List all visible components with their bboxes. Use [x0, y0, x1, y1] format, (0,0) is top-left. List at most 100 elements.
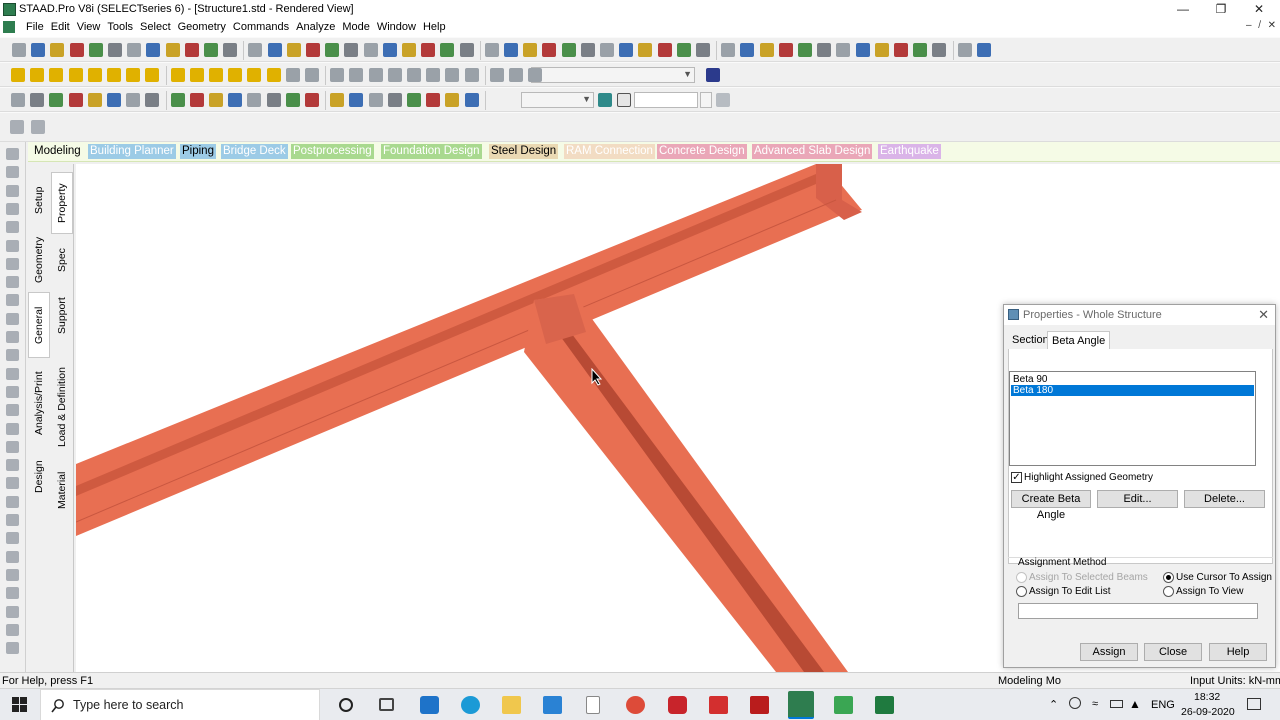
tb2-tool-icon[interactable]	[209, 68, 223, 82]
workflow-tab-earthquake[interactable]: Earthquake	[878, 144, 941, 159]
tb2-tool-icon[interactable]	[285, 68, 300, 82]
help-button[interactable]: Help	[1209, 643, 1267, 661]
edit-list-input[interactable]	[1018, 603, 1258, 619]
workflow-tab-modeling[interactable]: Modeling	[32, 144, 83, 159]
windows-start-icon[interactable]	[12, 697, 28, 713]
select-tool-icon[interactable]	[6, 276, 19, 289]
tab-material[interactable]: Material	[51, 460, 73, 520]
list-item-beta-90[interactable]: Beta 90	[1011, 374, 1254, 385]
ie-icon[interactable]	[420, 696, 439, 714]
tb3-tool-icon[interactable]	[330, 93, 345, 107]
tb1-tool-icon[interactable]	[146, 43, 161, 57]
select-tool-icon[interactable]	[6, 532, 19, 545]
select-tool-icon[interactable]	[6, 221, 19, 234]
select-tool-icon[interactable]	[6, 148, 19, 160]
tab-load-definition[interactable]: Load & Definition	[51, 360, 73, 454]
acrobat-icon[interactable]	[709, 696, 728, 714]
tab-setup[interactable]: Setup	[28, 172, 50, 228]
select-tool-icon[interactable]	[6, 623, 19, 636]
chevron-up-icon[interactable]: ⌃	[1049, 698, 1058, 711]
tb1-tool-icon[interactable]	[913, 43, 928, 57]
workflow-tab-foundation-design[interactable]: Foundation Design	[381, 144, 482, 159]
tb1-tool-icon[interactable]	[50, 43, 65, 57]
tb3-tool-icon[interactable]	[247, 93, 262, 107]
tb1-tool-icon[interactable]	[402, 43, 416, 57]
select-tool-icon[interactable]	[6, 495, 19, 508]
apply-icon[interactable]	[716, 93, 730, 107]
tb2-tool-icon[interactable]	[349, 68, 364, 82]
wifi-icon[interactable]: ≈	[1092, 698, 1098, 710]
tb3-tool-icon[interactable]	[145, 93, 160, 107]
select-tool-icon[interactable]	[6, 331, 19, 343]
tab-geometry[interactable]: Geometry	[28, 230, 50, 290]
tb1-tool-icon[interactable]	[542, 43, 557, 57]
workflow-tab-postprocessing[interactable]: Postprocessing	[291, 144, 374, 159]
tb1-tool-icon[interactable]	[344, 43, 359, 57]
tb1-tool-icon[interactable]	[657, 43, 672, 57]
tb1-tool-icon[interactable]	[88, 43, 103, 57]
tb1-tool-icon[interactable]	[874, 43, 889, 57]
notepad-icon[interactable]	[586, 696, 600, 714]
select-tool-icon[interactable]	[6, 568, 19, 581]
tab-analysis-print[interactable]: Analysis/Print	[28, 362, 50, 444]
tb3-tool-icon[interactable]	[407, 93, 421, 107]
tb3-tool-icon[interactable]	[305, 93, 319, 107]
tb1-tool-icon[interactable]	[440, 43, 455, 57]
tab-design[interactable]: Design	[28, 448, 50, 506]
tb3-tool-icon[interactable]	[464, 93, 479, 107]
select-tool-icon[interactable]	[6, 257, 19, 270]
notifications-icon[interactable]	[1247, 698, 1261, 710]
tb2-tool-icon[interactable]	[445, 68, 460, 82]
tab-beta-angle[interactable]: Beta Angle	[1047, 331, 1111, 349]
tb2-tool-icon[interactable]	[464, 68, 479, 82]
network-icon[interactable]	[1069, 697, 1081, 709]
mdi-close-button[interactable]: ✕	[1268, 20, 1276, 31]
value-spinner[interactable]	[700, 92, 712, 108]
tb2-tool-icon[interactable]	[330, 68, 345, 82]
workflow-tab-advanced-slab-design[interactable]: Advanced Slab Design	[752, 144, 873, 159]
tb3-tool-icon[interactable]	[87, 93, 102, 107]
player-icon[interactable]	[834, 696, 853, 714]
select-tool-icon[interactable]	[6, 550, 19, 563]
tb3-tool-icon[interactable]	[30, 93, 45, 107]
volume-icon[interactable]: ▲	[1129, 697, 1141, 711]
tb2-tool-icon[interactable]	[407, 68, 421, 82]
select-tool-icon[interactable]	[6, 514, 19, 526]
tb1-tool-icon[interactable]	[740, 43, 755, 57]
tb1-tool-icon[interactable]	[484, 43, 499, 57]
task-view-icon[interactable]	[379, 698, 394, 711]
tb2-tool-icon[interactable]	[87, 68, 102, 82]
select-tool-icon[interactable]	[6, 404, 19, 417]
tb2-tool-icon[interactable]	[489, 68, 504, 82]
edge-icon[interactable]	[461, 696, 480, 714]
select-tool-icon[interactable]	[6, 642, 19, 655]
tb1-tool-icon[interactable]	[721, 43, 736, 57]
tb2-tool-icon[interactable]	[49, 68, 64, 82]
tb1-tool-icon[interactable]	[69, 43, 84, 57]
select-tool-icon[interactable]	[6, 385, 19, 398]
tb3-tool-icon[interactable]	[189, 93, 204, 107]
menu-help[interactable]: Help	[423, 21, 453, 33]
select-tool-icon[interactable]	[6, 605, 19, 618]
radio-edit-list[interactable]	[1016, 586, 1027, 597]
battery-icon[interactable]	[1110, 700, 1123, 708]
tb1-tool-icon[interactable]	[421, 43, 436, 57]
select-tool-icon[interactable]	[6, 166, 19, 179]
tb3-tool-icon[interactable]	[349, 93, 364, 107]
assign-button[interactable]: Assign	[1080, 643, 1138, 661]
radio-use-cursor[interactable]	[1163, 572, 1174, 583]
menu-window[interactable]: Window	[377, 21, 423, 33]
tb2-tool-icon[interactable]	[170, 68, 185, 82]
tb1-tool-icon[interactable]	[363, 43, 378, 57]
tb3-tool-icon[interactable]	[445, 93, 460, 107]
screen-icon[interactable]	[598, 93, 612, 107]
help-icon[interactable]	[706, 68, 720, 82]
menu-edit[interactable]: Edit	[51, 21, 77, 33]
tb1-tool-icon[interactable]	[31, 43, 46, 57]
tb3-tool-icon[interactable]	[387, 93, 402, 107]
tab-property[interactable]: Property	[51, 172, 73, 234]
tb1-tool-icon[interactable]	[759, 43, 774, 57]
workflow-tab-bridge-deck[interactable]: Bridge Deck	[221, 144, 288, 159]
radio-selected-beams[interactable]	[1016, 572, 1027, 583]
workflow-tab-steel-design[interactable]: Steel Design	[489, 144, 559, 159]
